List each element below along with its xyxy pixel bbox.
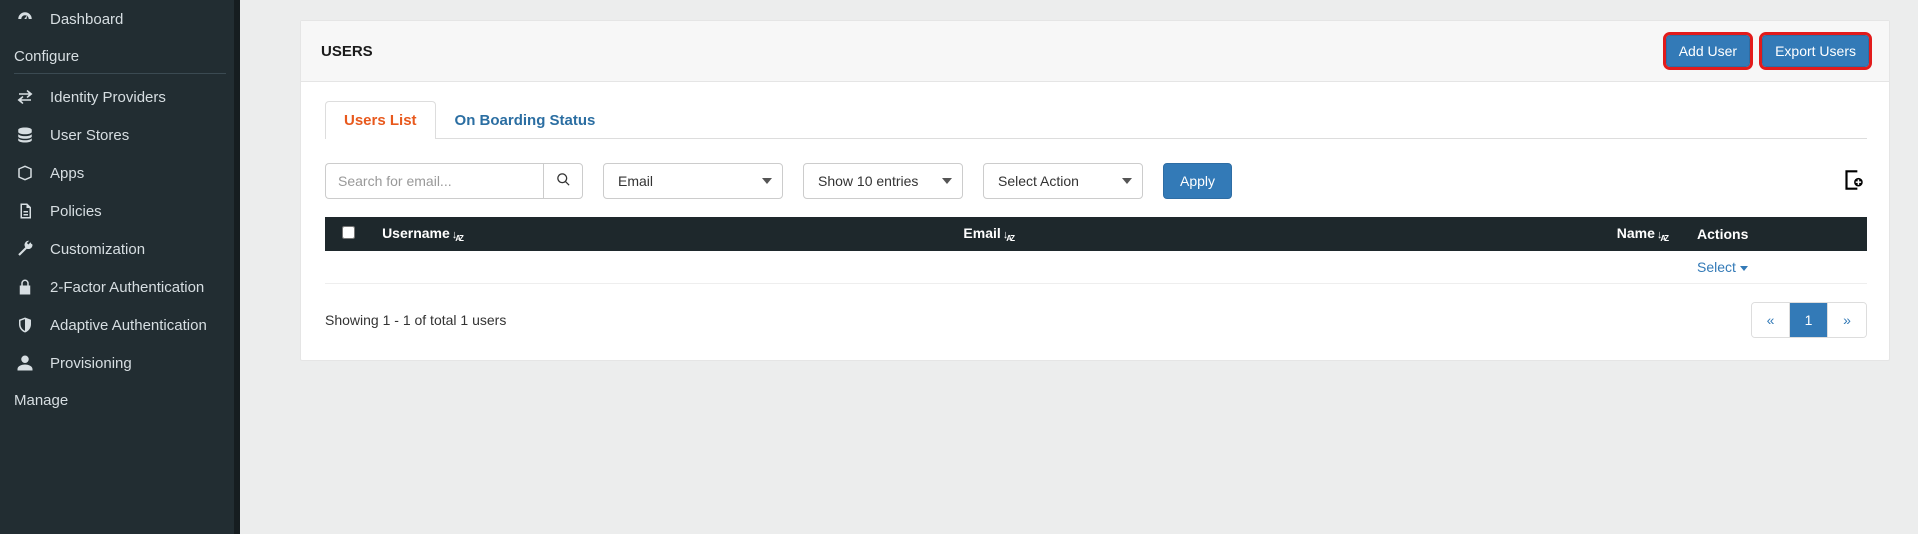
sidebar-item-label: 2-Factor Authentication — [50, 279, 204, 296]
field-select-value: Email — [618, 173, 653, 189]
search-group — [325, 163, 583, 199]
lock-icon — [14, 278, 36, 296]
action-select-value: Select Action — [998, 173, 1079, 189]
search-icon — [556, 172, 571, 190]
apply-button[interactable]: Apply — [1163, 163, 1232, 199]
tabs: Users List On Boarding Status — [325, 100, 1867, 139]
sidebar-divider — [14, 73, 226, 74]
sidebar-item-customization[interactable]: Customization — [0, 230, 240, 268]
sidebar-item-policies[interactable]: Policies — [0, 192, 240, 230]
sidebar-item-label: Dashboard — [50, 11, 123, 28]
action-select[interactable]: Select Action — [983, 163, 1143, 199]
sidebar-item-user-stores[interactable]: User Stores — [0, 116, 240, 154]
pagination-page-1[interactable]: 1 — [1790, 303, 1828, 337]
search-button[interactable] — [543, 163, 583, 199]
dashboard-icon — [14, 10, 36, 28]
table-row: Select — [325, 251, 1867, 284]
document-icon — [14, 202, 36, 220]
sidebar-section-manage: Manage — [0, 382, 240, 417]
sidebar-item-2fa[interactable]: 2-Factor Authentication — [0, 268, 240, 306]
card-header: USERS Add User Export Users — [301, 21, 1889, 82]
tab-users-list[interactable]: Users List — [325, 101, 436, 139]
sidebar-item-label: Adaptive Authentication — [50, 317, 207, 334]
sidebar-item-label: Identity Providers — [50, 89, 166, 106]
sidebar-item-label: Provisioning — [50, 355, 132, 372]
chevron-down-icon — [942, 173, 952, 189]
add-user-button[interactable]: Add User — [1666, 35, 1750, 67]
sidebar-item-label: Customization — [50, 241, 145, 258]
cell-name — [1535, 251, 1687, 284]
col-email[interactable]: Email↓AZ — [953, 217, 1534, 251]
col-name[interactable]: Name↓AZ — [1535, 217, 1687, 251]
sidebar-item-apps[interactable]: Apps — [0, 154, 240, 192]
page-title: USERS — [321, 43, 373, 60]
box-icon — [14, 164, 36, 182]
filter-bar: Email Show 10 entries Select Action — [325, 139, 1867, 217]
user-icon — [14, 354, 36, 372]
sidebar-item-adaptive-auth[interactable]: Adaptive Authentication — [0, 306, 240, 344]
add-column-button[interactable] — [1839, 167, 1867, 195]
entries-select-value: Show 10 entries — [818, 173, 918, 189]
sort-icon: ↓AZ — [1003, 229, 1013, 241]
entries-select[interactable]: Show 10 entries — [803, 163, 963, 199]
add-to-list-icon — [1840, 167, 1866, 196]
table-footer: Showing 1 - 1 of total 1 users « 1 » — [325, 284, 1867, 338]
database-icon — [14, 126, 36, 144]
caret-down-icon — [1740, 266, 1748, 271]
users-table: Username↓AZ Email↓AZ Name↓AZ Actions — [325, 217, 1867, 284]
sidebar: Dashboard Configure Identity Providers U… — [0, 0, 240, 534]
export-users-button[interactable]: Export Users — [1762, 35, 1869, 67]
sidebar-item-label: User Stores — [50, 127, 129, 144]
sort-icon: ↓AZ — [452, 229, 462, 241]
chevron-down-icon — [1122, 173, 1132, 189]
shield-icon — [14, 316, 36, 334]
main-area: USERS Add User Export Users Users List O… — [240, 0, 1918, 534]
sidebar-item-dashboard[interactable]: Dashboard — [0, 0, 240, 38]
sidebar-item-identity-providers[interactable]: Identity Providers — [0, 78, 240, 116]
col-username[interactable]: Username↓AZ — [372, 217, 953, 251]
pagination-prev[interactable]: « — [1752, 303, 1790, 337]
table-summary: Showing 1 - 1 of total 1 users — [325, 312, 506, 328]
sidebar-item-label: Policies — [50, 203, 102, 220]
sidebar-section-configure: Configure — [0, 38, 240, 73]
field-select[interactable]: Email — [603, 163, 783, 199]
chevron-down-icon — [762, 173, 772, 189]
pagination: « 1 » — [1751, 302, 1867, 338]
sidebar-item-provisioning[interactable]: Provisioning — [0, 344, 240, 382]
users-card: USERS Add User Export Users Users List O… — [300, 20, 1890, 361]
cell-username — [372, 251, 953, 284]
sort-icon: ↓AZ — [1657, 229, 1667, 241]
pagination-next[interactable]: » — [1828, 303, 1866, 337]
wrench-icon — [14, 240, 36, 258]
cell-email — [953, 251, 1534, 284]
tab-onboarding-status[interactable]: On Boarding Status — [436, 101, 615, 139]
row-action-select[interactable]: Select — [1697, 259, 1748, 275]
sidebar-item-label: Apps — [50, 165, 84, 182]
swap-icon — [14, 88, 36, 106]
select-all-checkbox[interactable] — [342, 226, 355, 239]
col-actions: Actions — [1687, 217, 1867, 251]
search-input[interactable] — [325, 163, 543, 199]
